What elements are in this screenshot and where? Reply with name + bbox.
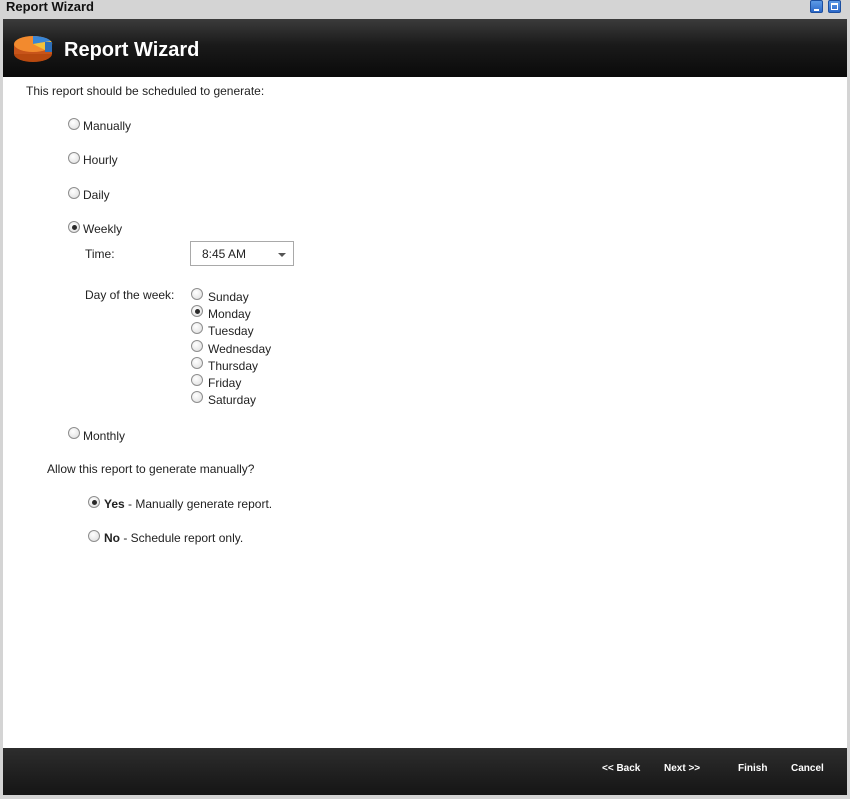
report-wizard-dialog: Report Wizard This report should be sche… xyxy=(3,19,847,795)
minimize-icon xyxy=(814,9,819,11)
time-select[interactable]: 8:45 AM xyxy=(190,241,294,266)
maximize-icon xyxy=(831,3,838,10)
radio-weekly[interactable] xyxy=(68,221,80,233)
manual-yes-label: Yes xyxy=(104,497,125,511)
day-label-wednesday: Wednesday xyxy=(208,342,272,356)
window-titlebar: Report Wizard xyxy=(0,0,850,16)
day-label-thursday: Thursday xyxy=(208,359,259,373)
radio-day-thursday[interactable] xyxy=(191,357,203,369)
radio-day-saturday[interactable] xyxy=(191,391,203,403)
label-daily: Daily xyxy=(83,188,110,202)
chevron-down-icon xyxy=(278,253,286,257)
manual-prompt: Allow this report to generate manually? xyxy=(47,462,255,476)
manual-yes-option: Yes - Manually generate report. xyxy=(104,497,272,511)
day-label-monday: Monday xyxy=(208,307,251,321)
day-label-saturday: Saturday xyxy=(208,393,257,407)
schedule-prompt: This report should be scheduled to gener… xyxy=(26,84,265,98)
radio-day-tuesday[interactable] xyxy=(191,322,203,334)
radio-manually[interactable] xyxy=(68,118,80,130)
finish-button[interactable]: Finish xyxy=(738,763,767,775)
radio-day-wednesday[interactable] xyxy=(191,340,203,352)
day-label-friday: Friday xyxy=(208,376,242,390)
day-label-tuesday: Tuesday xyxy=(208,324,254,338)
radio-daily[interactable] xyxy=(68,187,80,199)
radio-day-sunday[interactable] xyxy=(191,288,203,300)
radio-monthly[interactable] xyxy=(68,427,80,439)
manual-no-description: - Schedule report only. xyxy=(120,531,244,545)
dialog-title: Report Wizard xyxy=(64,39,200,61)
maximize-button[interactable] xyxy=(828,0,841,13)
dialog-header: Report Wizard xyxy=(3,19,847,77)
label-manually: Manually xyxy=(83,119,132,133)
radio-manual-no[interactable] xyxy=(88,530,100,542)
back-button[interactable]: << Back xyxy=(602,763,640,775)
radio-day-friday[interactable] xyxy=(191,374,203,386)
label-monthly: Monthly xyxy=(83,429,126,443)
dialog-footer: << Back Next >> Finish Cancel xyxy=(3,748,847,795)
label-hourly: Hourly xyxy=(83,153,118,167)
time-label: Time: xyxy=(85,247,115,261)
label-weekly: Weekly xyxy=(83,222,123,236)
radio-day-monday[interactable] xyxy=(191,305,203,317)
manual-yes-description: - Manually generate report. xyxy=(124,497,273,511)
cancel-button[interactable]: Cancel xyxy=(791,763,824,775)
pie-chart-icon xyxy=(14,35,53,62)
day-of-week-label: Day of the week: xyxy=(85,288,175,302)
day-label-sunday: Sunday xyxy=(208,290,249,304)
next-button[interactable]: Next >> xyxy=(664,763,700,775)
time-value: 8:45 AM xyxy=(202,247,247,261)
radio-manual-yes[interactable] xyxy=(88,496,100,508)
window-title: Report Wizard xyxy=(6,0,94,14)
radio-hourly[interactable] xyxy=(68,152,80,164)
manual-no-option: No - Schedule report only. xyxy=(104,531,243,545)
manual-no-label: No xyxy=(104,531,120,545)
minimize-button[interactable] xyxy=(810,0,823,13)
